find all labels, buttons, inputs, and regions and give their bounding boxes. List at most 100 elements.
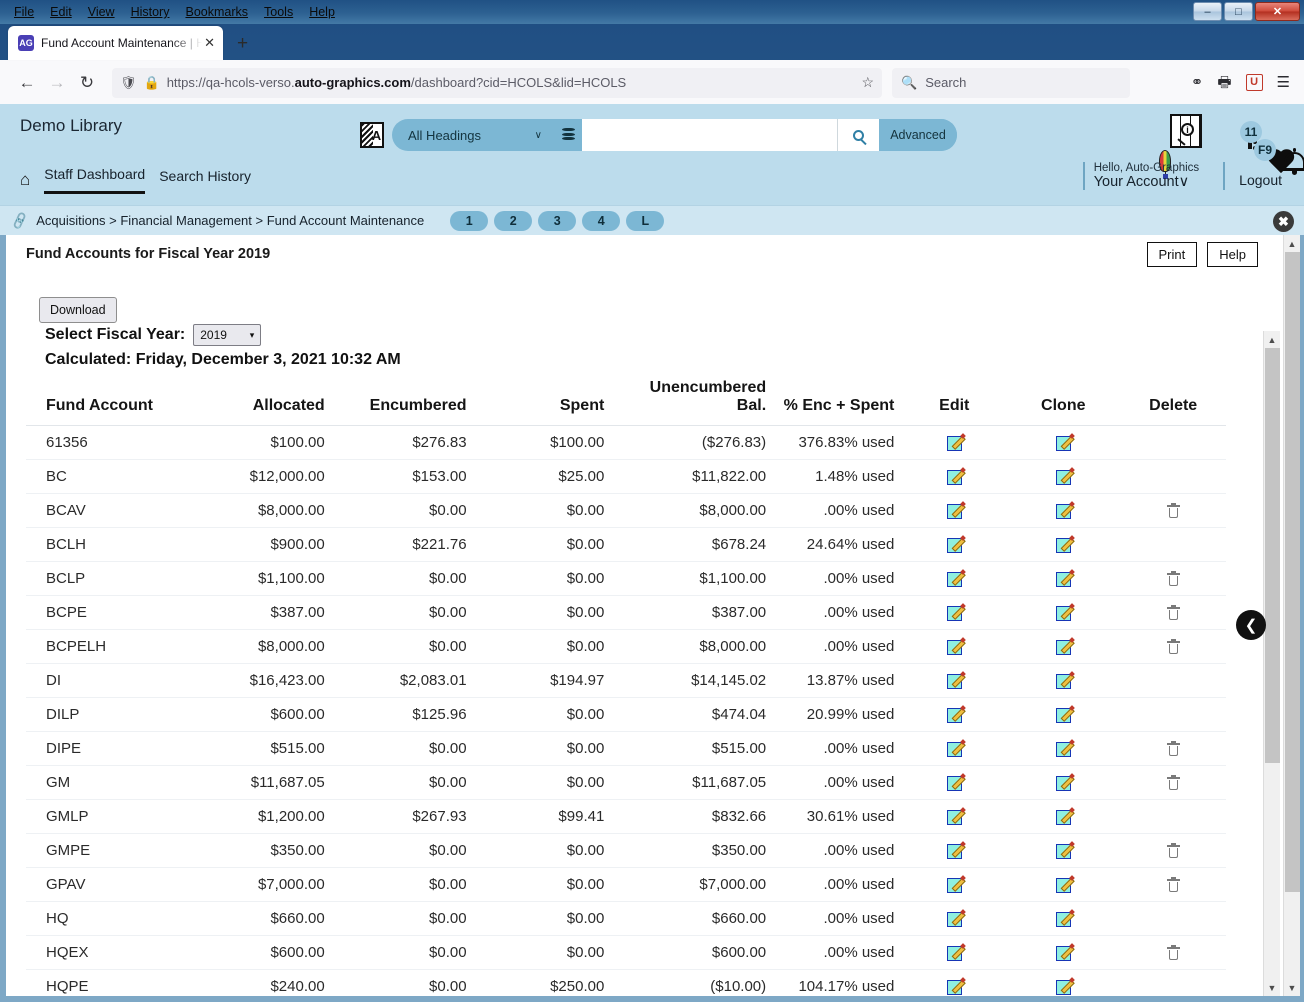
clone-pencil-icon[interactable] <box>1055 741 1071 757</box>
inner-scroll-track[interactable] <box>1264 348 1281 979</box>
trash-icon[interactable] <box>1166 638 1180 654</box>
clone-pencil-icon[interactable] <box>1055 469 1071 485</box>
your-account-menu[interactable]: Your Account∨ <box>1094 174 1199 190</box>
pocket-icon[interactable]: ⚭ <box>1191 75 1204 90</box>
outer-scroll-up-arrow[interactable]: ▲ <box>1284 235 1301 252</box>
page-chip-4[interactable]: 4 <box>582 210 621 231</box>
nav-search-history[interactable]: Search History <box>159 168 251 193</box>
trash-icon[interactable] <box>1166 570 1180 586</box>
logout-link[interactable]: Logout <box>1239 172 1282 188</box>
page-chip-1[interactable]: 1 <box>450 210 489 231</box>
edit-pencil-icon[interactable] <box>946 503 962 519</box>
catalog-search-input[interactable] <box>582 119 837 151</box>
edit-pencil-icon[interactable] <box>946 435 962 451</box>
edit-pencil-icon[interactable] <box>946 707 962 723</box>
edit-pencil-icon[interactable] <box>946 537 962 553</box>
hamburger-menu-icon[interactable]: ☰ <box>1277 75 1290 90</box>
outer-scroll-down-arrow[interactable]: ▼ <box>1284 979 1301 996</box>
trash-icon[interactable] <box>1166 502 1180 518</box>
edit-pencil-icon[interactable] <box>946 639 962 655</box>
browser-search-box[interactable]: 🔍 Search <box>892 67 1130 98</box>
headings-dropdown[interactable]: All Headings ∨ <box>392 119 554 151</box>
menu-edit[interactable]: Edit <box>42 3 80 21</box>
printer-icon[interactable]: 🖶 <box>1217 75 1231 90</box>
clone-pencil-icon[interactable] <box>1055 843 1071 859</box>
trash-icon[interactable] <box>1166 944 1180 960</box>
my-lists-icon[interactable]: 11 <box>1240 121 1262 150</box>
maximize-button[interactable]: □ <box>1224 2 1253 21</box>
edit-pencil-icon[interactable] <box>946 809 962 825</box>
edit-pencil-icon[interactable] <box>946 673 962 689</box>
collapse-panel-arrow-icon[interactable]: ❮ <box>1236 610 1266 640</box>
page-chip-l[interactable]: L <box>626 210 665 231</box>
menu-history[interactable]: History <box>123 3 178 21</box>
trash-icon[interactable] <box>1166 842 1180 858</box>
clone-pencil-icon[interactable] <box>1055 911 1071 927</box>
clone-pencil-icon[interactable] <box>1055 775 1071 791</box>
trash-icon[interactable] <box>1166 604 1180 620</box>
clone-pencil-icon[interactable] <box>1055 503 1071 519</box>
database-icon[interactable] <box>554 119 582 151</box>
url-bar[interactable]: 🛡 🔒 https://qa-hcols-verso.auto-graphics… <box>112 67 882 98</box>
extension-icon[interactable]: U <box>1245 74 1263 91</box>
clone-pencil-icon[interactable] <box>1055 605 1071 621</box>
close-panel-icon[interactable]: ✖ <box>1273 211 1294 232</box>
language-icon[interactable]: A <box>360 122 384 148</box>
new-tab-button[interactable]: + <box>237 34 248 53</box>
back-icon[interactable]: ← <box>12 68 42 98</box>
forward-icon[interactable]: → <box>42 68 72 98</box>
print-button[interactable]: Print <box>1146 242 1198 267</box>
edit-pencil-icon[interactable] <box>946 571 962 587</box>
nav-staff-dashboard[interactable]: Staff Dashboard <box>44 166 146 194</box>
advanced-search-button[interactable]: Advanced <box>879 119 957 151</box>
menu-view[interactable]: View <box>80 3 123 21</box>
outer-scroll-thumb[interactable] <box>1284 252 1300 892</box>
breadcrumb[interactable]: Acquisitions > Financial Management > Fu… <box>36 213 424 228</box>
inner-scroll-thumb[interactable] <box>1264 348 1280 763</box>
clone-pencil-icon[interactable] <box>1055 571 1071 587</box>
clone-pencil-icon[interactable] <box>1055 979 1071 995</box>
menu-bookmarks[interactable]: Bookmarks <box>177 3 256 21</box>
page-chip-2[interactable]: 2 <box>494 210 533 231</box>
edit-pencil-icon[interactable] <box>946 469 962 485</box>
edit-pencil-icon[interactable] <box>946 979 962 995</box>
search-book-icon[interactable]: i <box>1170 114 1202 148</box>
close-window-button[interactable]: ✕ <box>1255 2 1300 21</box>
trash-icon[interactable] <box>1166 876 1180 892</box>
scroll-down-arrow[interactable]: ▼ <box>1264 979 1281 996</box>
page-chip-3[interactable]: 3 <box>538 210 577 231</box>
scroll-up-arrow[interactable]: ▲ <box>1264 331 1281 348</box>
help-button[interactable]: Help <box>1207 242 1258 267</box>
minimize-button[interactable]: – <box>1193 2 1222 21</box>
close-tab-icon[interactable]: ✕ <box>202 35 217 51</box>
edit-pencil-icon[interactable] <box>946 945 962 961</box>
inner-vertical-scrollbar[interactable]: ▲ ▼ <box>1263 331 1280 996</box>
clone-pencil-icon[interactable] <box>1055 945 1071 961</box>
trash-icon[interactable] <box>1166 774 1180 790</box>
reload-icon[interactable]: ↻ <box>72 68 102 98</box>
menu-help[interactable]: Help <box>301 3 343 21</box>
fiscal-year-select[interactable]: 2019 ▾ <box>193 324 262 346</box>
edit-pencil-icon[interactable] <box>946 911 962 927</box>
edit-pencil-icon[interactable] <box>946 741 962 757</box>
clone-pencil-icon[interactable] <box>1055 877 1071 893</box>
edit-pencil-icon[interactable] <box>946 605 962 621</box>
clone-pencil-icon[interactable] <box>1055 537 1071 553</box>
browser-tab[interactable]: AG Fund Account Maintenance | HC ✕ <box>8 26 223 60</box>
bookmark-star-icon[interactable]: ☆ <box>861 74 874 91</box>
menu-file[interactable]: File <box>6 3 42 21</box>
edit-pencil-icon[interactable] <box>946 843 962 859</box>
outer-scroll-track[interactable] <box>1284 252 1301 979</box>
clone-pencil-icon[interactable] <box>1055 639 1071 655</box>
edit-pencil-icon[interactable] <box>946 877 962 893</box>
search-submit-button[interactable] <box>837 119 879 151</box>
download-button[interactable]: Download <box>39 297 117 323</box>
clone-pencil-icon[interactable] <box>1055 707 1071 723</box>
edit-pencil-icon[interactable] <box>946 775 962 791</box>
clone-pencil-icon[interactable] <box>1055 673 1071 689</box>
clone-pencil-icon[interactable] <box>1055 809 1071 825</box>
trash-icon[interactable] <box>1166 740 1180 756</box>
outer-vertical-scrollbar[interactable]: ▲ ▼ <box>1283 235 1300 996</box>
menu-tools[interactable]: Tools <box>256 3 301 21</box>
clone-pencil-icon[interactable] <box>1055 435 1071 451</box>
